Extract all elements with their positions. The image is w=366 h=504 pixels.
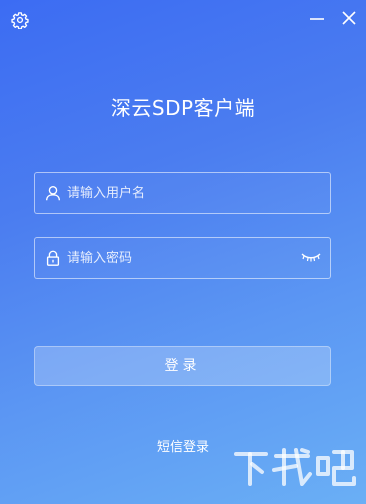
eye-closed-icon[interactable] xyxy=(300,250,322,264)
username-field[interactable] xyxy=(34,172,331,214)
user-icon xyxy=(46,186,60,201)
gear-icon[interactable] xyxy=(11,11,29,29)
username-input[interactable] xyxy=(67,173,297,213)
password-field[interactable] xyxy=(34,237,331,279)
watermark-logo xyxy=(234,448,356,486)
minimize-icon[interactable] xyxy=(307,8,327,28)
login-window: 深云SDP客户端 登录 短信登录 xyxy=(0,0,366,504)
app-title: 深云SDP客户端 xyxy=(110,96,256,120)
login-button[interactable]: 登录 xyxy=(34,346,331,386)
lock-icon xyxy=(46,250,60,266)
password-input[interactable] xyxy=(67,238,297,278)
close-icon[interactable] xyxy=(339,8,359,28)
